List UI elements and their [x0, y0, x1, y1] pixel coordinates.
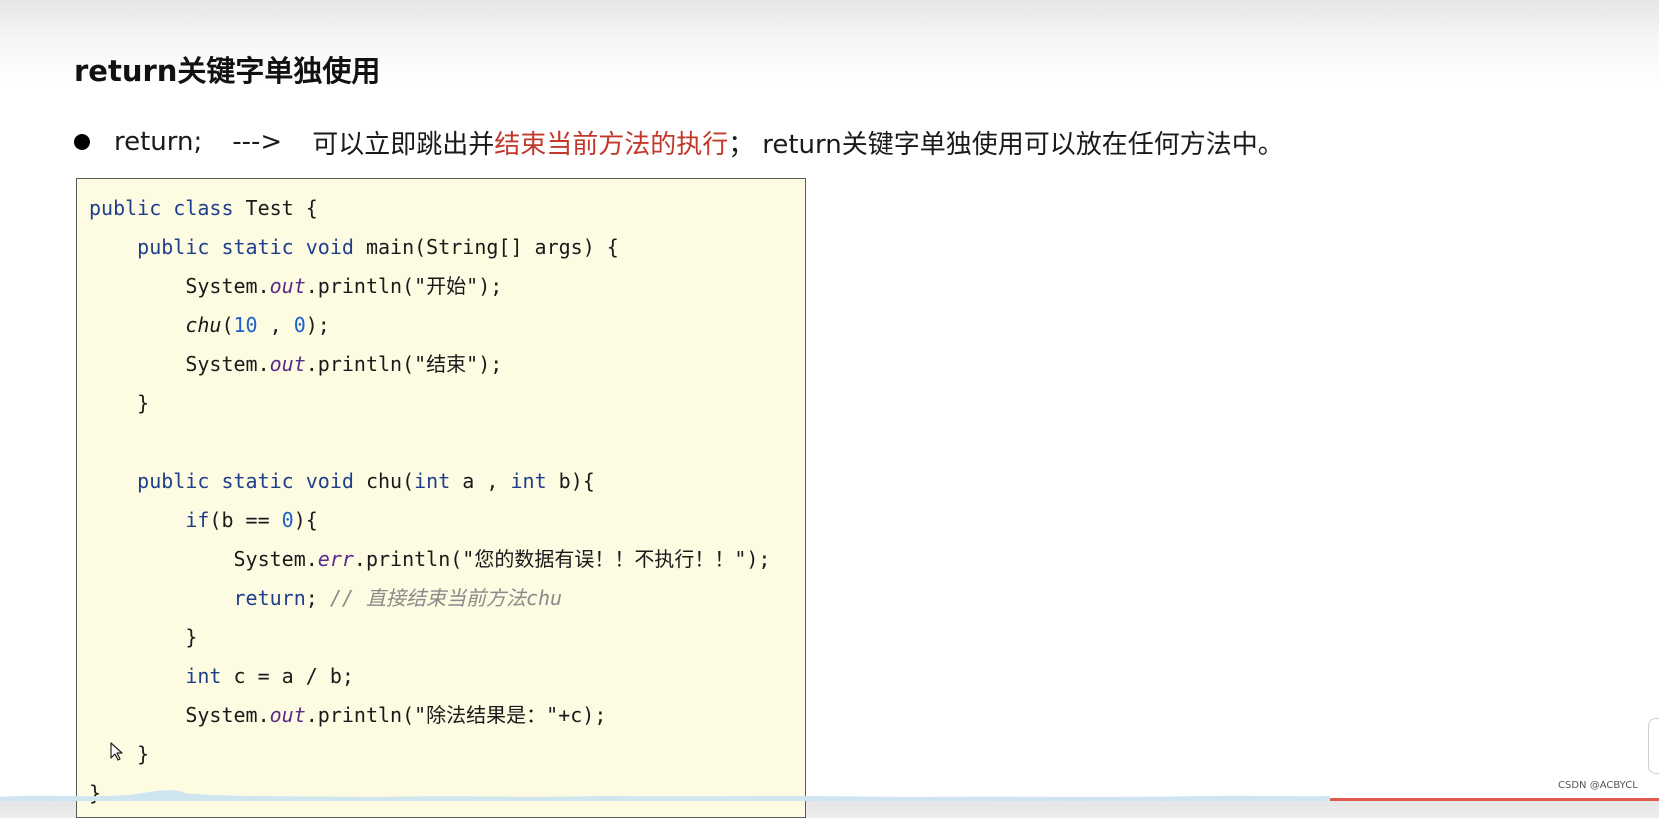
bullet-arrow-text: ---> — [232, 127, 283, 157]
bottom-decoration — [0, 790, 1659, 801]
page-title: return关键字单独使用 — [74, 54, 381, 88]
mouse-pointer-icon — [110, 742, 123, 761]
code-line-4: chu(10 , 0); — [185, 313, 330, 337]
code-line-2: public static void main(String[] args) { — [137, 235, 619, 259]
code-line-14: System.out.println("除法结果是："+c); — [185, 703, 607, 727]
bullet-semicolon: ； — [728, 129, 755, 160]
code-line-13: int c = a / b; — [185, 664, 354, 688]
bullet-point: return; ---> 可以立即跳出并 结束当前方法的执行 ； return关… — [74, 122, 1284, 162]
code-listing: public class Test { public static void m… — [89, 189, 770, 813]
code-line-15: } — [137, 742, 150, 766]
code-line-5: System.out.println("结束"); — [185, 352, 503, 376]
bullet-dot-icon — [74, 134, 90, 150]
code-line-1: public class Test { — [89, 196, 318, 220]
code-line-10: System.err.println("您的数据有误！！不执行！！"); — [233, 547, 771, 571]
bullet-return-text: return; — [114, 127, 203, 157]
code-line-9: if(b == 0){ — [185, 508, 318, 532]
code-line-8: public static void chu(int a , int b){ — [137, 469, 595, 493]
bullet-tail-text: return关键字单独使用可以放在任何方法中。 — [762, 129, 1284, 160]
bullet-highlight-text: 结束当前方法的执行 — [494, 129, 729, 160]
code-block: public class Test { public static void m… — [76, 178, 806, 818]
code-line-6: } — [137, 391, 150, 415]
watermark: CSDN @ACBYCL — [1558, 780, 1638, 791]
side-panel-handle[interactable] — [1648, 718, 1659, 774]
code-line-11: return; // 直接结束当前方法chu — [233, 586, 563, 610]
bullet-desc-text: 可以立即跳出并 — [312, 129, 495, 160]
code-line-12: } — [185, 625, 198, 649]
code-line-3: System.out.println("开始"); — [185, 274, 503, 298]
